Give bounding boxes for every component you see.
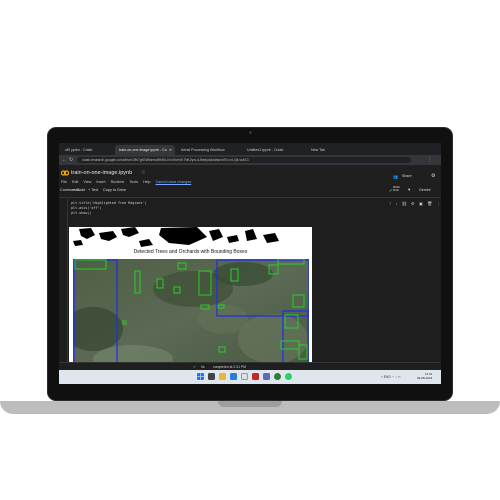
menu-icon[interactable]: ⋮ [427, 156, 432, 164]
notebook-title[interactable]: train-on-one-image.ipynb [71, 170, 132, 176]
address-row: ← ↻ colab.research.google.com/drive/1Rh7… [59, 155, 441, 165]
search-icon[interactable] [208, 373, 215, 380]
menu-file[interactable]: File [61, 180, 67, 184]
system-tray[interactable]: ˄ ENG ◠ ♪ ▭ [381, 375, 401, 379]
tab-label: New Tab [311, 148, 325, 152]
delete-icon[interactable]: 🗑 [427, 201, 432, 206]
code-line: plt.title('Highlighted Tree Regions') [71, 201, 147, 205]
back-icon[interactable]: ← [62, 156, 67, 164]
windows-taskbar: ˄ ENG ◠ ♪ ▭ 14:31 09-08-2024 [59, 370, 441, 384]
move-up-icon[interactable]: ↑ [389, 201, 391, 206]
cell-toolbar: ↑ ↓ ⛓ ⚙ ▣ 🗑 ⋮ [389, 201, 441, 207]
figure-title: Detected Trees and Orchards with Boundin… [133, 249, 248, 255]
add-code-button[interactable]: + Code [73, 188, 85, 192]
menu-edit[interactable]: Edit [72, 180, 78, 184]
tree-mask-image [69, 227, 312, 249]
more-icon[interactable]: ⋮ [437, 201, 441, 206]
wifi-icon: ◠ [391, 375, 395, 379]
menu-runtime[interactable]: Runtime [111, 180, 125, 184]
tab-4[interactable]: New Tab [307, 145, 355, 155]
webcam [249, 131, 252, 134]
address-bar[interactable]: colab.research.google.com/drive/1Rh7gKWB… [77, 157, 411, 163]
disk-label: Disk [393, 188, 399, 193]
chevron-down-icon[interactable]: ▾ [408, 187, 410, 193]
tray-chevron-icon[interactable]: ˄ [381, 375, 383, 379]
share-button[interactable]: Share [402, 174, 412, 178]
code-cell[interactable]: plt.title('Highlighted Tree Regions') pl… [69, 200, 385, 222]
tab-label: Aerial Processing Workflow [181, 148, 225, 152]
menu-view[interactable]: View [83, 180, 91, 184]
app-icon[interactable] [252, 373, 259, 380]
gear-icon[interactable]: ⚙ [431, 173, 435, 179]
people-icon: 👥 [393, 174, 398, 179]
copy-to-drive-button[interactable]: Copy to Drive [103, 188, 126, 192]
cell-output: Detected Trees and Orchards with Boundin… [69, 227, 312, 373]
whatsapp-icon[interactable] [285, 373, 292, 380]
notebook-toolbar: Commands + Code + Text Copy to Drive ✔ R… [59, 185, 441, 198]
clock-date: 09-08-2024 [417, 376, 433, 380]
language-indicator: ENG [383, 375, 391, 379]
volume-icon: ♪ [395, 375, 397, 379]
tab-label: train-on-one-image.ipynb - Co [119, 148, 167, 152]
chrome-icon[interactable] [274, 373, 281, 380]
move-down-icon[interactable]: ↓ [395, 201, 397, 206]
tab-3[interactable]: Untitled1.ipynb - Colab [243, 145, 305, 155]
settings-icon[interactable]: ⚙ [411, 201, 415, 206]
file-explorer-icon[interactable] [219, 373, 226, 380]
browser-tab-bar: uf5 yprkn - Colab train-on-one-image.ipy… [59, 143, 441, 155]
colab-header: train-on-one-image.ipynb ☆ File Edit Vie… [59, 165, 441, 185]
reload-icon[interactable]: ↻ [69, 156, 73, 164]
edge-icon[interactable] [230, 373, 237, 380]
close-icon[interactable]: ✕ [169, 145, 172, 155]
colab-logo-icon [61, 170, 69, 176]
add-text-button[interactable]: + Text [88, 188, 98, 192]
menu-tools[interactable]: Tools [129, 180, 138, 184]
tab-0[interactable]: uf5 yprkn - Colab [61, 145, 113, 155]
laptop-screen: uf5 yprkn - Colab train-on-one-image.ipy… [59, 143, 441, 384]
cannot-save-link[interactable]: Cannot save changes [156, 180, 192, 184]
windows-start-icon[interactable] [197, 373, 204, 380]
tab-2[interactable]: Aerial Processing Workflow [177, 145, 241, 155]
left-gutter [59, 198, 68, 370]
code-line: plt.show() [71, 211, 92, 215]
link-icon[interactable]: ⛓ [402, 201, 407, 206]
laptop-notch [218, 401, 282, 407]
battery-icon: ▭ [397, 375, 401, 379]
resource-monitor[interactable]: RAM Disk [393, 185, 400, 193]
app-icon[interactable] [263, 373, 270, 380]
tab-label: uf5 yprkn - Colab [65, 148, 93, 152]
menu-bar: File Edit View Insert Runtime Tools Help… [61, 180, 195, 184]
store-icon[interactable] [241, 373, 248, 380]
gemini-button[interactable]: Gemini [419, 188, 430, 192]
aerial-image [73, 259, 309, 373]
code-line: plt.axis('off') [71, 206, 102, 210]
mirror-icon[interactable]: ▣ [419, 201, 423, 206]
star-icon[interactable]: ☆ [141, 170, 145, 176]
menu-insert[interactable]: Insert [96, 180, 105, 184]
tab-1[interactable]: train-on-one-image.ipynb - Co ✕ [115, 145, 175, 155]
menu-help[interactable]: Help [143, 180, 151, 184]
clock[interactable]: 14:31 09-08-2024 [417, 372, 432, 380]
tab-label: Untitled1.ipynb - Colab [247, 148, 284, 152]
